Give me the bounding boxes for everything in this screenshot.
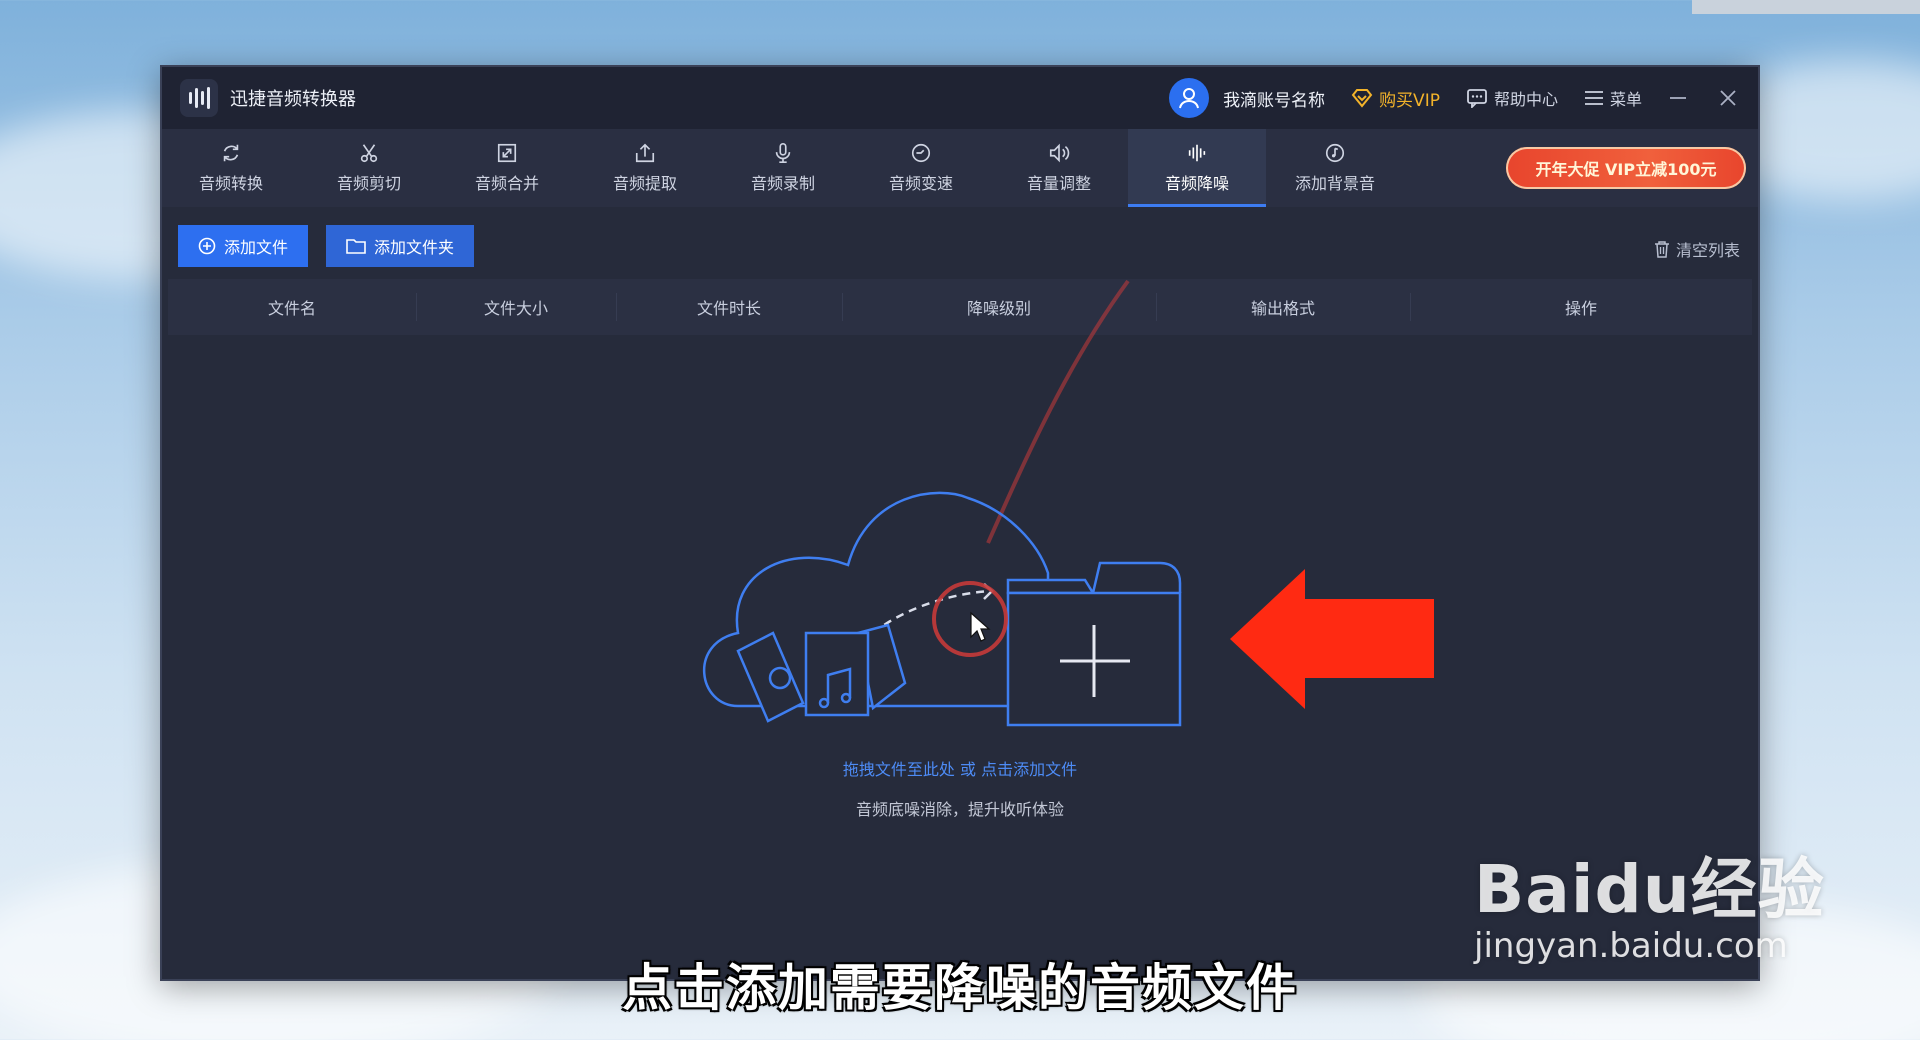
function-toolbar: 音频转换 音频剪切 音频合并 音频提取 音频录制 音频变速 音量调整 音频降噪 xyxy=(162,129,1758,207)
waveform-icon xyxy=(1188,144,1206,162)
red-arrow-annotation xyxy=(1230,569,1434,709)
tab-audio-speed[interactable]: 音频变速 xyxy=(852,129,990,207)
tool-label: 音频剪切 xyxy=(336,174,401,193)
close-button[interactable] xyxy=(1714,84,1742,112)
add-folder-icon[interactable] xyxy=(1006,561,1182,727)
avatar[interactable] xyxy=(1169,78,1210,118)
tool-label: 音频合并 xyxy=(474,174,539,193)
app-title: 迅捷音频转换器 xyxy=(230,89,356,110)
microphone-icon xyxy=(775,143,791,163)
desktop-strip xyxy=(1692,0,1920,14)
tab-audio-convert[interactable]: 音频转换 xyxy=(162,129,300,207)
minimize-button[interactable] xyxy=(1664,84,1692,112)
volume-icon xyxy=(1049,143,1070,163)
title-actions: 我滴账号名称 购买VIP 帮助中心 菜单 xyxy=(1169,67,1758,129)
dropzone-description: 音频底噪消除，提升收听体验 xyxy=(855,800,1064,819)
diamond-icon xyxy=(1351,89,1373,108)
tab-audio-merge[interactable]: 音频合并 xyxy=(438,129,576,207)
tab-audio-extract[interactable]: 音频提取 xyxy=(576,129,714,207)
dropzone-hint-link[interactable]: 拖拽文件至此处 或 点击添加文件 xyxy=(168,756,1752,780)
help-center-label: 帮助中心 xyxy=(1493,90,1558,109)
tool-label: 音频录制 xyxy=(750,174,815,193)
baidu-watermark: Baidu经验 jingyan.baidu.com xyxy=(1474,836,1825,966)
buy-vip-label: 购买VIP xyxy=(1379,90,1440,111)
menu-button[interactable]: 菜单 xyxy=(1584,86,1642,110)
chat-icon xyxy=(1467,89,1487,108)
promo-banner[interactable]: 开年大促 VIP立减100元 xyxy=(1506,147,1746,189)
tab-audio-record[interactable]: 音频录制 xyxy=(714,129,852,207)
menu-label: 菜单 xyxy=(1609,90,1642,109)
cursor-icon xyxy=(970,611,991,642)
scissors-icon xyxy=(360,144,378,163)
minimize-icon xyxy=(1670,97,1686,99)
tool-label: 音频变速 xyxy=(888,174,953,193)
tab-volume-adjust[interactable]: 音量调整 xyxy=(990,129,1128,207)
tab-add-background-music[interactable]: 添加背景音 xyxy=(1266,129,1404,207)
tool-label: 音频转换 xyxy=(198,174,263,193)
merge-icon xyxy=(497,143,517,163)
app-logo-icon xyxy=(180,79,218,117)
user-icon xyxy=(1179,88,1200,109)
tool-label: 添加背景音 xyxy=(1294,174,1375,193)
watermark-main: Baidu经验 xyxy=(1474,851,1825,928)
title-bar: 迅捷音频转换器 我滴账号名称 购买VIP 帮助中心 菜单 xyxy=(162,67,1758,129)
tab-audio-denoise[interactable]: 音频降噪 xyxy=(1128,129,1266,207)
account-name[interactable]: 我滴账号名称 xyxy=(1223,86,1325,111)
watermark-url: jingyan.baidu.com xyxy=(1474,926,1788,966)
extract-icon xyxy=(635,143,655,163)
buy-vip-button[interactable]: 购买VIP xyxy=(1351,86,1440,111)
speed-icon xyxy=(911,143,931,163)
hamburger-icon xyxy=(1584,91,1603,105)
pointer-streak xyxy=(986,279,1130,544)
close-icon xyxy=(1720,90,1736,106)
tool-label: 音频提取 xyxy=(612,174,677,193)
tool-label: 音量调整 xyxy=(1026,174,1091,193)
tool-label: 音频降噪 xyxy=(1164,174,1229,193)
music-note-icon xyxy=(1325,143,1345,163)
help-center-button[interactable]: 帮助中心 xyxy=(1466,86,1558,110)
tab-audio-cut[interactable]: 音频剪切 xyxy=(300,129,438,207)
refresh-icon xyxy=(223,144,239,162)
